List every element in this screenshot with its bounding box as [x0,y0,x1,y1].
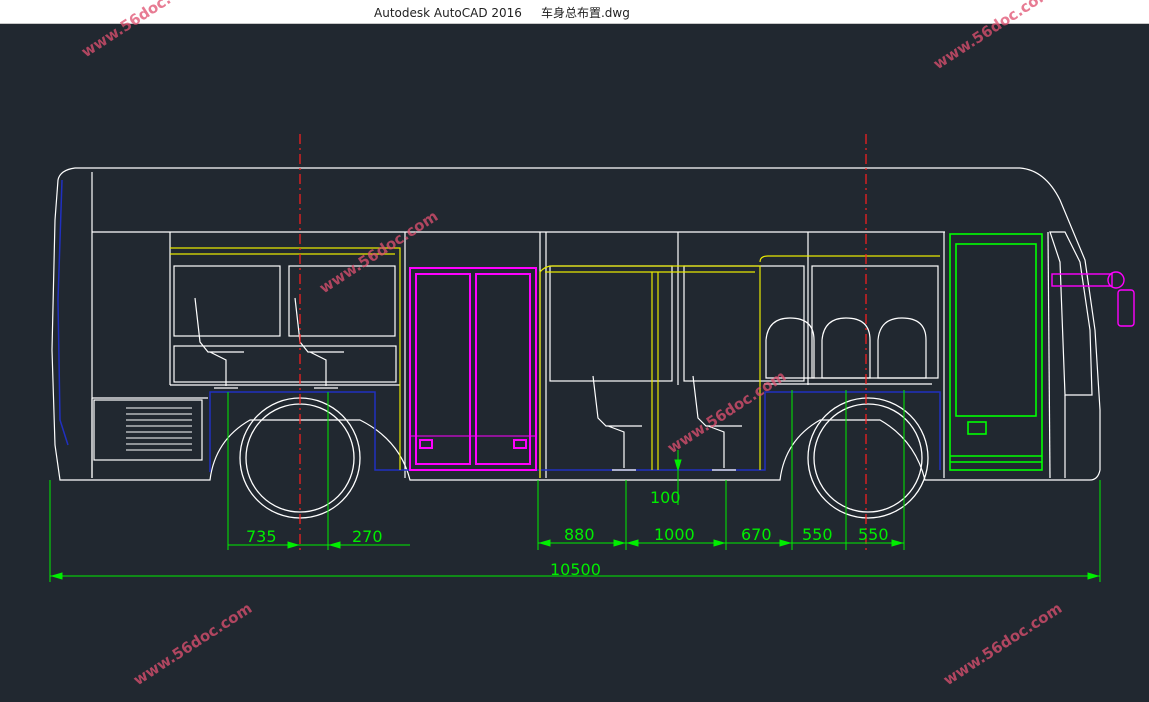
windshield [1049,231,1093,396]
dim-1000: 1000 [654,525,695,544]
dim-total-10500: 10500 [550,560,601,579]
axle-centerlines [299,134,867,550]
dim-550-a: 550 [802,525,833,544]
seat-5 [765,317,815,379]
window-4 [683,265,805,382]
dim-270: 270 [352,527,383,546]
seat-2 [294,297,344,389]
dimension-lines [49,390,1101,582]
seats [194,297,932,471]
seat-1 [194,297,244,389]
cad-drawing: 735 270 880 1000 670 550 550 100 10500 [49,134,1135,582]
bus-body-outline [51,167,1101,481]
window-1 [173,265,281,337]
dim-100: 100 [650,488,681,507]
dim-880: 880 [564,525,595,544]
middle-door [409,267,537,471]
seat-6 [821,317,871,379]
seat-7 [877,317,927,379]
seat-3 [592,375,642,471]
wheels [239,397,929,519]
engine-compartment [93,399,203,461]
window-title: Autodesk AutoCAD 2016 车身总布置.dwg [374,6,630,20]
body-silhouette [51,167,1101,481]
dim-735: 735 [246,527,277,546]
front-wheel-outer [807,397,929,519]
front-door [949,233,1043,471]
dim-670: 670 [741,525,772,544]
handrails [170,247,940,478]
dim-550-b: 550 [858,525,889,544]
drawing-viewport[interactable]: 735 270 880 1000 670 550 550 100 10500 w… [0,0,1149,698]
window-3 [549,265,673,382]
engine-grille [126,407,192,451]
